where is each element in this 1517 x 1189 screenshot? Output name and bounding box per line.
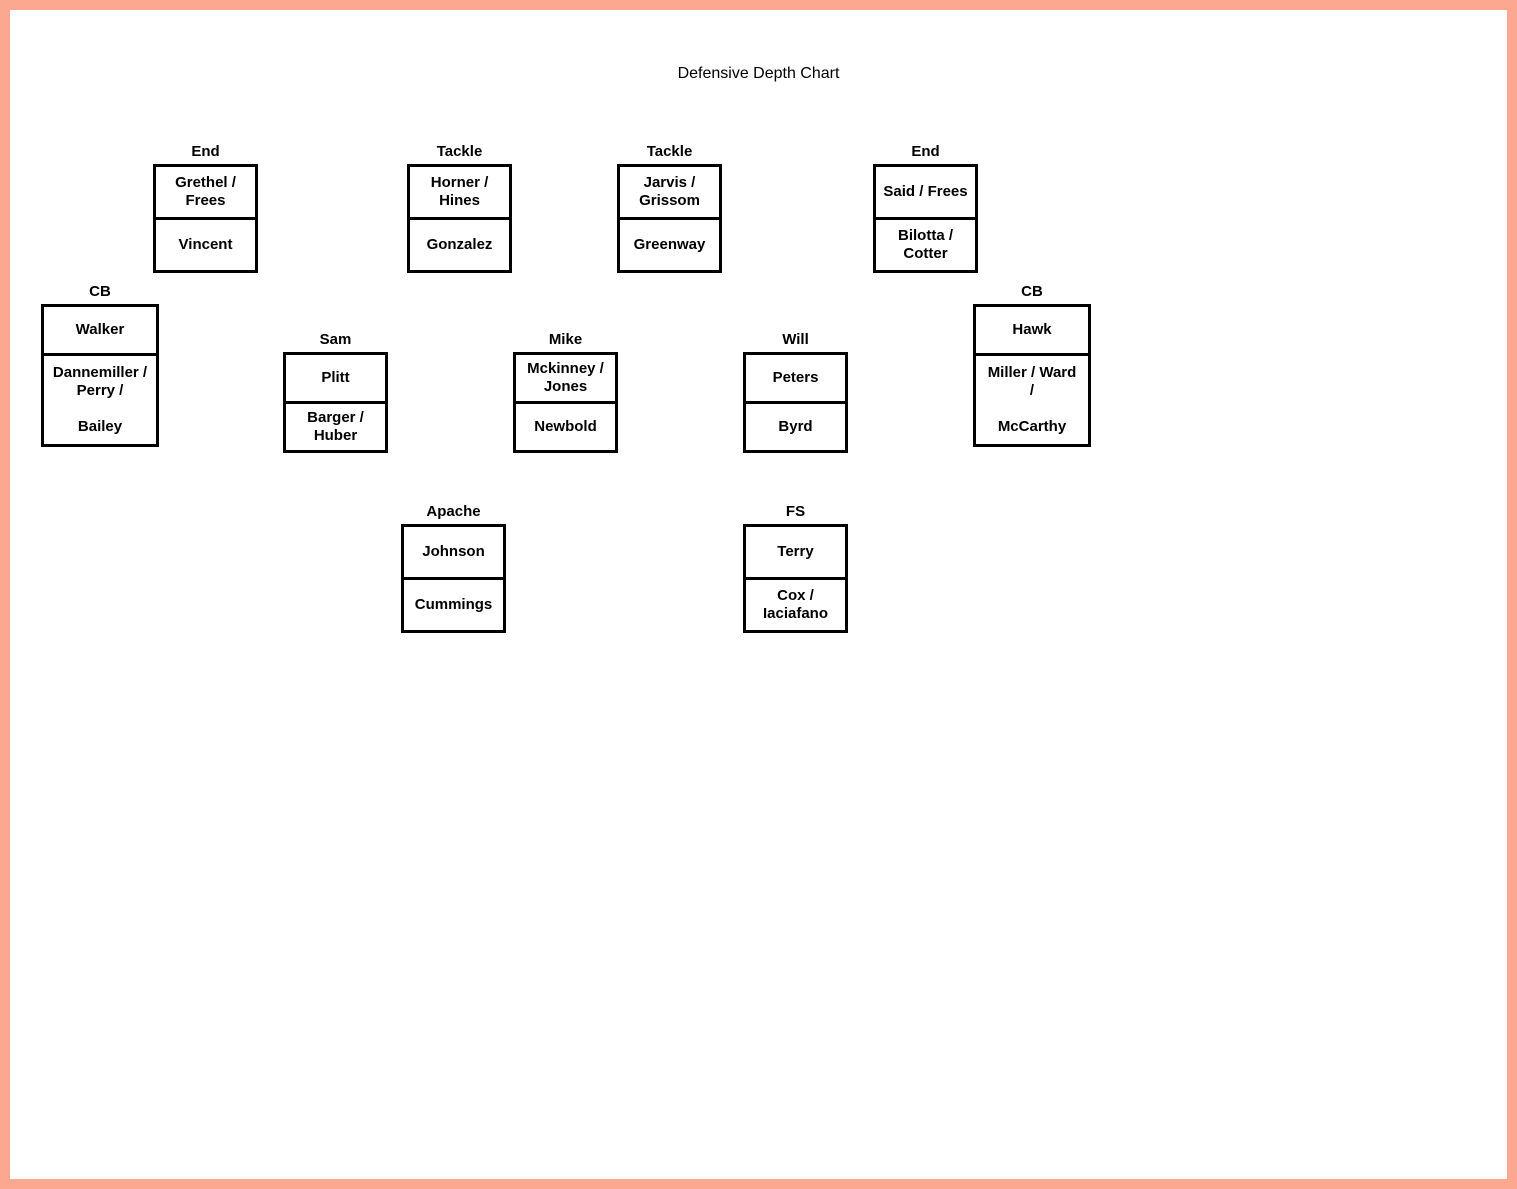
backup-cell: Gonzalez — [410, 217, 509, 270]
position-end-left: End Grethel / Frees Vincent — [153, 143, 258, 273]
backup-cell: Bilotta / Cotter — [876, 217, 975, 270]
page-title: Defensive Depth Chart — [10, 65, 1507, 83]
backup-cell: Byrd — [746, 401, 845, 450]
position-label: CB — [973, 283, 1091, 300]
backup-cell: Barger / Huber — [286, 401, 385, 450]
starter-cell: Jarvis / Grissom — [620, 167, 719, 217]
backup-cell: Miller / Ward / McCarthy — [976, 353, 1088, 444]
starter-cell: Horner / Hines — [410, 167, 509, 217]
backup-cell: Dannemiller / Perry / Bailey — [44, 353, 156, 444]
position-cb-right: CB Hawk Miller / Ward / McCarthy — [973, 283, 1091, 447]
position-tackle-left: Tackle Horner / Hines Gonzalez — [407, 143, 512, 273]
position-cb-left: CB Walker Dannemiller / Perry / Bailey — [41, 283, 159, 447]
starter-cell: Johnson — [404, 527, 503, 577]
position-apache: Apache Johnson Cummings — [401, 503, 506, 633]
position-label: FS — [743, 503, 848, 520]
starter-cell: Peters — [746, 355, 845, 401]
depth-chart: End Grethel / Frees Vincent Tackle Horne… — [10, 143, 1507, 693]
position-tackle-right: Tackle Jarvis / Grissom Greenway — [617, 143, 722, 273]
starter-cell: Mckinney / Jones — [516, 355, 615, 401]
position-end-right: End Said / Frees Bilotta / Cotter — [873, 143, 978, 273]
starter-cell: Terry — [746, 527, 845, 577]
starter-cell: Hawk — [976, 307, 1088, 353]
position-label: Apache — [401, 503, 506, 520]
backup-cell: Cummings — [404, 577, 503, 630]
position-label: CB — [41, 283, 159, 300]
starter-cell: Said / Frees — [876, 167, 975, 217]
position-label: Will — [743, 331, 848, 348]
backup-cell: Greenway — [620, 217, 719, 270]
backup-cell: Vincent — [156, 217, 255, 270]
starter-cell: Plitt — [286, 355, 385, 401]
position-sam: Sam Plitt Barger / Huber — [283, 331, 388, 453]
position-label: End — [873, 143, 978, 160]
position-label: End — [153, 143, 258, 160]
position-label: Mike — [513, 331, 618, 348]
backup-cell: Cox / Iaciafano — [746, 577, 845, 630]
position-mike: Mike Mckinney / Jones Newbold — [513, 331, 618, 453]
position-label: Sam — [283, 331, 388, 348]
position-fs: FS Terry Cox / Iaciafano — [743, 503, 848, 633]
position-label: Tackle — [617, 143, 722, 160]
starter-cell: Grethel / Frees — [156, 167, 255, 217]
depth-chart-page: Defensive Depth Chart End Grethel / Free… — [0, 0, 1517, 1189]
position-label: Tackle — [407, 143, 512, 160]
backup-cell: Newbold — [516, 401, 615, 450]
position-will: Will Peters Byrd — [743, 331, 848, 453]
starter-cell: Walker — [44, 307, 156, 353]
